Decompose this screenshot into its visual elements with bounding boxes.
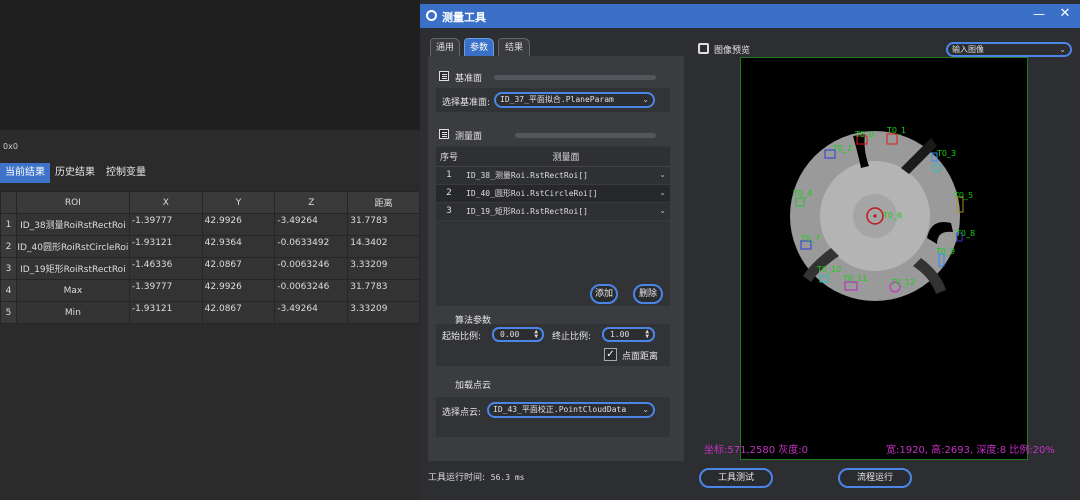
preview-title: 图像预览 — [714, 46, 751, 56]
section-divider — [494, 75, 656, 80]
chevron-down-icon: ⌄ — [1059, 45, 1066, 54]
roi-label: T0_12 — [890, 278, 915, 287]
image-source-select[interactable]: 输入图像 ⌄ — [946, 42, 1072, 57]
col-z: Z — [274, 191, 349, 214]
table-row[interactable]: 2 ID_40_圆形Roi.RstCircleRoi[] ⌄ — [436, 184, 670, 203]
dialog-title: 测量工具 — [442, 11, 486, 24]
ref-plane-select[interactable]: ID_37_平面拟合.PlaneParam ⌄ — [494, 92, 655, 108]
roi-label: T0_11 — [842, 274, 867, 283]
section-divider — [515, 133, 656, 138]
table-row[interactable]: 2 ID_40圆形RoiRstCircleRoi -1.93121 42.936… — [0, 235, 420, 258]
chevron-down-icon: ⌄ — [659, 205, 666, 215]
roi-label: T0_1 — [886, 126, 906, 135]
delete-button[interactable]: 删除 — [633, 284, 663, 304]
image-preview-icon — [698, 43, 709, 54]
spin-arrows-icon: ▲ ▼ — [534, 328, 538, 340]
col-distance: 距离 — [347, 191, 420, 214]
tab-history-results[interactable]: 历史结果 — [50, 163, 100, 183]
roi-label: T0_9 — [935, 247, 955, 256]
table-header-row: 序号 测量面 — [436, 148, 670, 167]
coord-readout: 0x0 — [3, 142, 18, 151]
cloud-select[interactable]: ID_43_平面校正.PointCloudData ⌄ — [487, 402, 655, 418]
image-canvas[interactable]: T0_0 T0_1 T0_2 T0_3 T0_4 T0_5 T0_6 T0_7 … — [740, 57, 1028, 460]
tab-control-variables[interactable]: 控制变量 — [101, 163, 151, 183]
tab-current-results[interactable]: 当前结果 — [0, 163, 50, 183]
table-row[interactable]: 3 ID_19_矩形Roi.RstRectRoi[] ⌄ — [436, 202, 670, 221]
roi-label: T0_6 — [882, 211, 902, 220]
chevron-down-icon: ⌄ — [642, 95, 649, 104]
table-header-row: ROI X Y Z 距离 — [0, 191, 420, 214]
col-y: Y — [201, 191, 276, 214]
flow-run-button[interactable]: 流程运行 — [838, 468, 912, 488]
table-row[interactable]: 4 Max -1.39777 42.9926 -0.0063246 31.778… — [0, 279, 420, 302]
chevron-down-icon: ⌄ — [642, 405, 649, 414]
col-roi: ROI — [15, 191, 130, 214]
end-ratio-label: 终止比例: — [552, 332, 592, 342]
table-row[interactable]: 1 ID_38测量RoiRstRectRoi -1.39777 42.9926 … — [0, 213, 420, 236]
background-canvas-area — [0, 0, 420, 130]
table-row[interactable]: 1 ID_38_测量Roi.RstRectRoi[] ⌄ — [436, 166, 670, 185]
table-row[interactable]: 5 Min -1.93121 42.0867 -3.49264 3.33209 — [0, 301, 420, 324]
tab-params[interactable]: 参数 — [464, 38, 494, 56]
tab-general[interactable]: 通用 — [430, 38, 460, 56]
list-icon — [439, 71, 449, 81]
add-button[interactable]: 添加 — [590, 284, 618, 304]
roi-label: T0_8 — [955, 229, 975, 238]
spin-arrows-icon: ▲ ▼ — [645, 328, 649, 340]
measure-plane-table: 序号 测量面 1 ID_38_测量Roi.RstRectRoi[] ⌄ 2 ID_… — [436, 148, 670, 221]
roi-label: T0_2 — [832, 144, 852, 153]
roi-label: T0_7 — [800, 234, 820, 243]
point-plane-distance-label: 点面距离 — [622, 352, 659, 362]
load-cloud-title: 加载点云 — [455, 381, 492, 391]
col-x: X — [128, 191, 203, 214]
roi-label: T0_10 — [816, 265, 841, 274]
roi-label: T0_0 — [854, 130, 874, 139]
pixel-info-readout: 坐标:571,2580 灰度:0 — [704, 445, 808, 456]
dialog-titlebar[interactable] — [420, 4, 1080, 28]
run-time-readout: 工具运行时间: 56.3 ms — [428, 473, 525, 483]
end-ratio-spinbox[interactable]: 1.00 ▲ ▼ — [602, 327, 655, 342]
start-ratio-spinbox[interactable]: 0.00 ▲ ▼ — [492, 327, 544, 342]
roi-label: T0_4 — [792, 189, 812, 198]
start-ratio-label: 起始比例: — [442, 332, 482, 342]
minimize-button[interactable]: — — [1032, 8, 1046, 22]
close-button[interactable]: ✕ — [1058, 7, 1072, 22]
list-icon — [439, 129, 449, 139]
cloud-select-label: 选择点云: — [442, 408, 482, 418]
part-image: T0_0 T0_1 T0_2 T0_3 T0_4 T0_5 T0_6 T0_7 … — [790, 126, 975, 301]
ref-plane-title: 基准面 — [455, 74, 483, 84]
measure-plane-title: 测量面 — [455, 132, 483, 142]
ref-plane-label: 选择基准面: — [442, 98, 491, 108]
roi-label: T0_5 — [953, 191, 973, 200]
tab-results[interactable]: 结果 — [498, 38, 530, 56]
roi-label: T0_3 — [936, 149, 956, 158]
tool-icon — [426, 10, 437, 21]
point-plane-distance-checkbox[interactable]: ✓ — [604, 348, 617, 361]
image-info-readout: 宽:1920, 高:2693, 深度:8 比例:20% — [886, 445, 1055, 456]
tool-test-button[interactable]: 工具测试 — [699, 468, 773, 488]
chevron-down-icon: ⌄ — [659, 169, 666, 179]
chevron-down-icon: ⌄ — [659, 187, 666, 197]
results-table: ROI X Y Z 距离 1 ID_38测量RoiRstRectRoi -1.3… — [0, 191, 420, 324]
table-row[interactable]: 3 ID_19矩形RoiRstRectRoi -1.46336 42.0867 … — [0, 257, 420, 280]
